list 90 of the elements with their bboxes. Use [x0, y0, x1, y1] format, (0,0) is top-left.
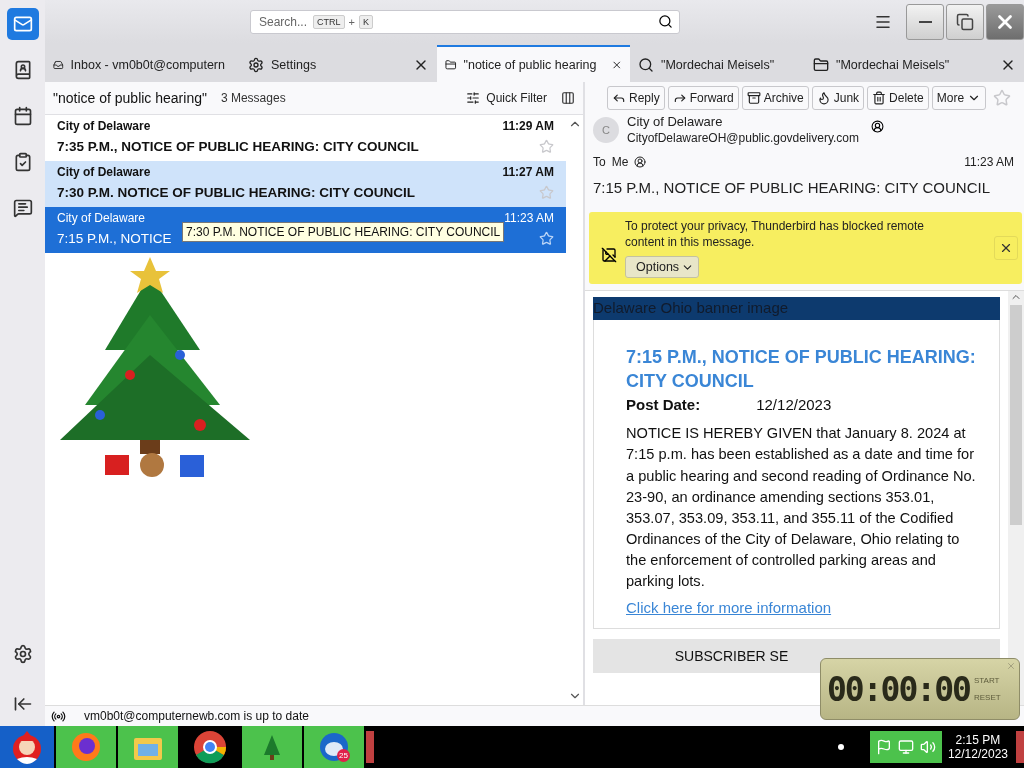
search-bar[interactable]: Search... CTRL + K: [250, 9, 680, 34]
reply-button[interactable]: Reply: [607, 86, 665, 110]
trash-icon: [872, 91, 887, 105]
message-subject-heading: 7:15 P.M., NOTICE OF PUBLIC HEARING: CITY COUNCIL: [592, 178, 992, 196]
blocked-image-icon: [601, 247, 617, 264]
more-button[interactable]: More: [931, 86, 987, 110]
tooltip: 7:30 P.M. NOTICE OF PUBLIC HEARING: CITY COUNCIL: [182, 222, 505, 242]
status-text: vm0b0t@computernewb.com is up to date: [84, 709, 309, 723]
folder-icon: [813, 56, 829, 73]
message-count: 3 Messages: [220, 91, 286, 105]
tab[interactable]: "Mordechai Meisels": [805, 45, 1024, 82]
stopwatch-display: 00:00:00: [827, 669, 970, 709]
taskbar-app-button[interactable]: 25: [304, 726, 364, 768]
clock[interactable]: 2:15 PM 12/12/2023: [947, 732, 1008, 762]
folder-title: "notice of public hearing": [53, 90, 207, 106]
sender-name: City of Delaware: [627, 114, 724, 129]
star-icon[interactable]: [539, 184, 554, 200]
notice-title: 7:15 P.M., NOTICE OF PUBLIC HEARING: CITY COUNCIL: [626, 346, 977, 394]
columns-icon[interactable]: [561, 91, 575, 105]
footer-text: SUBSCRIBER SE: [674, 647, 789, 664]
tab[interactable]: Inbox - vm0b0t@computern: [45, 45, 240, 82]
message-row[interactable]: City of Delaware 11:27 AM 7:30 P.M. NOTICE OF PUBLIC HEARING: CITY COUNCIL: [45, 161, 566, 207]
star-icon[interactable]: [993, 89, 1012, 107]
chrome-icon: [193, 730, 227, 764]
calendar-icon: [12, 106, 33, 126]
archive-icon: [746, 91, 761, 105]
stopwatch-button[interactable]: RESET: [973, 693, 1001, 702]
message-time: 11:23 AM: [504, 211, 554, 227]
archive-button[interactable]: Archive: [741, 86, 809, 110]
star-icon[interactable]: [539, 230, 554, 246]
shortcut-key: K: [358, 14, 373, 29]
sliders-icon: [466, 91, 481, 105]
close-button[interactable]: [986, 3, 1024, 40]
mail-space-button[interactable]: [6, 8, 39, 40]
message-subject: 7:30 P.M. NOTICE OF PUBLIC HEARING: CITY COUNCIL: [57, 184, 416, 202]
mail-icon: [12, 14, 33, 34]
close-button[interactable]: [994, 236, 1018, 261]
message-time: 11:29 AM: [502, 119, 554, 135]
message-time: 11:27 AM: [502, 165, 554, 181]
sender-avatar: C: [593, 116, 619, 143]
options-button[interactable]: Options: [625, 256, 700, 279]
forward-button[interactable]: Forward: [667, 86, 739, 110]
tab[interactable]: "Mordechai Meisels": [630, 45, 805, 82]
tab[interactable]: Settings: [240, 45, 437, 82]
message-sender: City of Delaware: [57, 211, 147, 227]
message-subject: 7:15 P.M., NOTICE: [57, 230, 172, 248]
restore-icon: [956, 12, 974, 31]
delete-button[interactable]: Delete: [867, 86, 929, 110]
restore-button[interactable]: [946, 3, 984, 40]
more-information-link[interactable]: Click here for more information: [626, 598, 832, 616]
recipient-name: Me: [611, 155, 629, 169]
notification-text: To protect your privacy, Thunderbird has blocked remote content in this message.: [625, 218, 926, 251]
collapse-icon[interactable]: [12, 694, 33, 714]
search-icon: [638, 56, 654, 73]
search-icon: [658, 14, 673, 29]
contact-icon[interactable]: [634, 156, 647, 168]
post-date: 12/12/2023: [756, 396, 832, 414]
star-icon[interactable]: [539, 138, 554, 154]
tree-icon: [262, 733, 282, 761]
quick-filter-button[interactable]: Quick Filter: [466, 91, 547, 105]
settings-icon[interactable]: [12, 644, 33, 664]
contact-icon[interactable]: [871, 120, 885, 133]
reply-icon: [612, 91, 626, 105]
message-sender: City of Delaware: [57, 165, 152, 181]
settings-icon: [248, 56, 264, 73]
stopwatch-button[interactable]: START: [973, 676, 1001, 685]
forward-icon: [672, 91, 687, 105]
scrollbar-thumb[interactable]: [1010, 305, 1022, 526]
message-subject: 7:35 P.M., NOTICE OF PUBLIC HEARING: CITY COUNCIL: [57, 138, 419, 156]
start-button[interactable]: [0, 726, 54, 768]
thunderbird-icon: [318, 731, 350, 763]
tray-dot-icon: [837, 744, 844, 750]
flame-icon: [816, 91, 831, 105]
post-date-label: Post Date:: [626, 396, 701, 414]
message-date: 11:23 AM: [964, 155, 1014, 169]
search-field[interactable]: Search...: [257, 13, 309, 30]
junk-button[interactable]: Junk: [811, 86, 865, 110]
chat-icon: [12, 198, 33, 218]
tab[interactable]: "notice of public hearing: [437, 45, 630, 82]
plus-sign: +: [348, 15, 355, 28]
banner-image-alt-text: Delaware Ohio banner image: [593, 297, 1000, 321]
clock-time: 2:15 PM: [955, 732, 1001, 747]
clock-date: 12/12/2023: [947, 747, 1008, 762]
to-label: To: [593, 155, 606, 169]
sender-email: CityofDelawareOH@public.govdelivery.com: [627, 131, 860, 145]
firefox-icon: [70, 731, 102, 763]
shortcut-key: CTRL: [313, 14, 345, 29]
notice-paragraph: NOTICE IS HEREBY GIVEN that January 8. 2024 at 7:15 p.m. has been established as a date and time for a public hearing and second reading of Ordinance No. 23-90, an ordinance amending sections 353.01, 353.07, 353.09, 353.11, and 355.11 of the Codified Ordinances of the City of Delaware, Ohio relating to the enforcement of controlled parking areas and parking lots.: [626, 424, 977, 592]
message-sender: City of Delaware: [57, 119, 152, 135]
minimize-icon: [918, 20, 932, 23]
